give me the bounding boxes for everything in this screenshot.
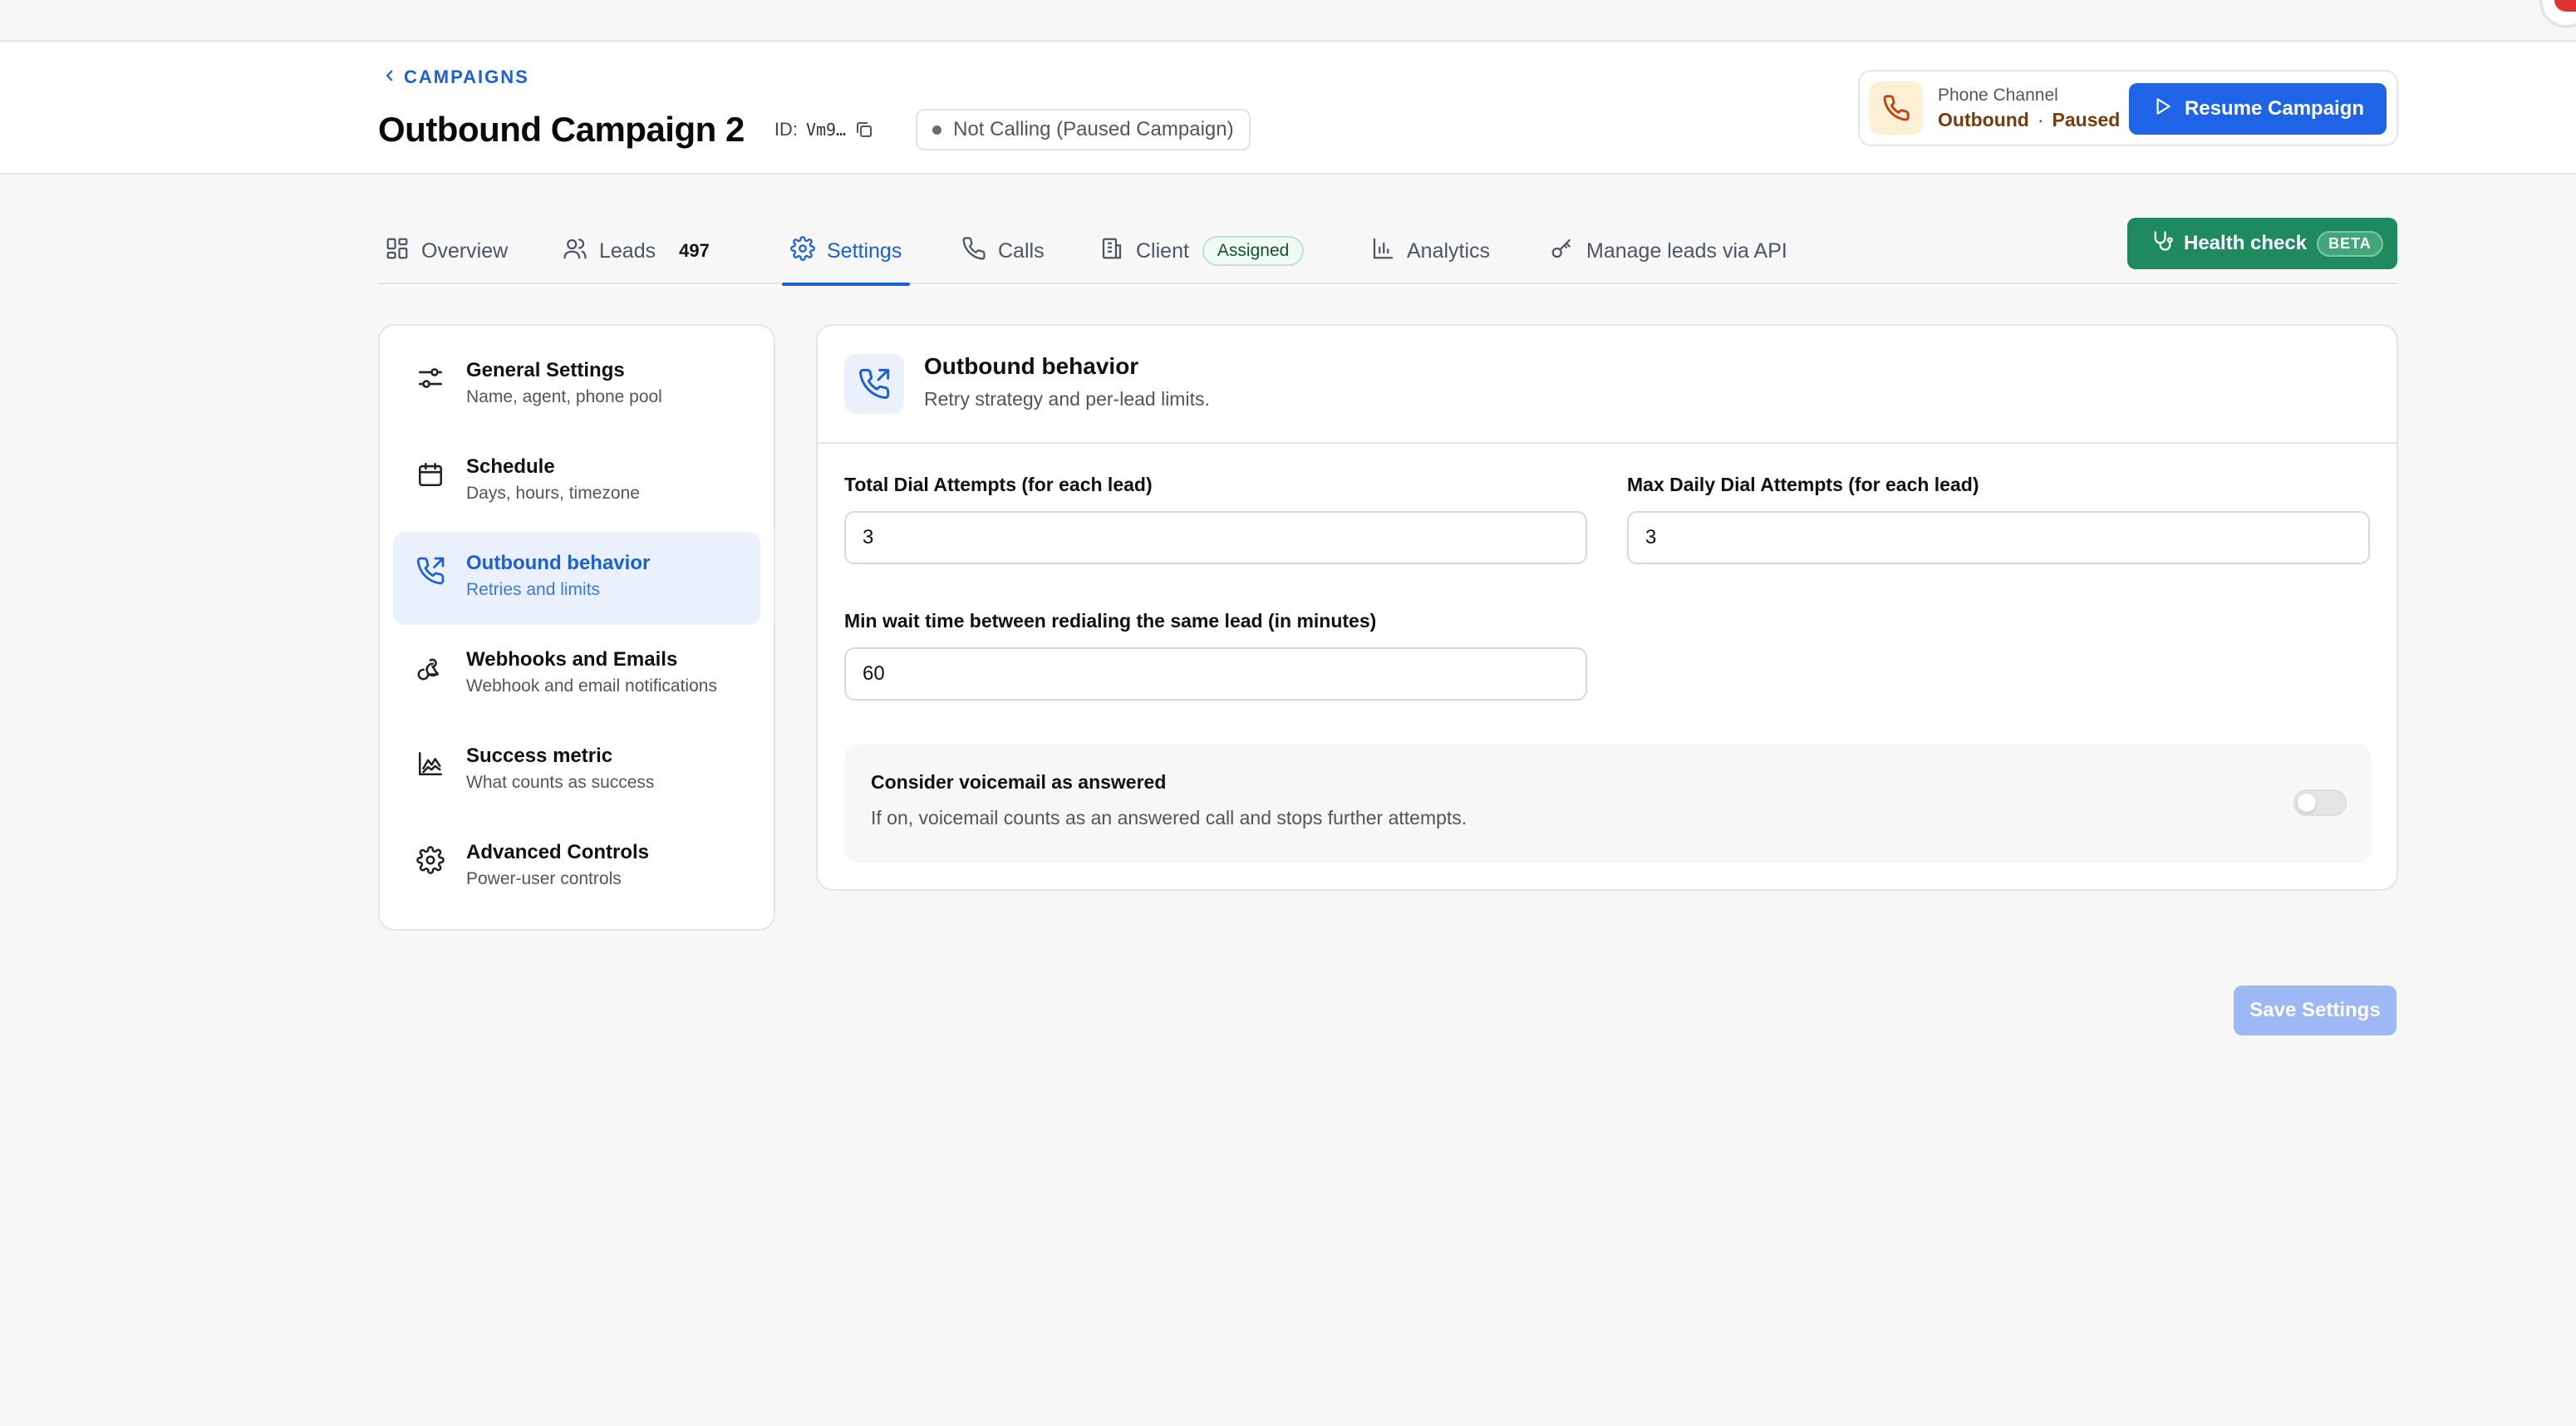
- sidebar-item-title: Success metric: [466, 745, 613, 767]
- sidebar-item-subtitle: What counts as success: [466, 773, 655, 792]
- users-icon: [563, 236, 587, 267]
- field-label: Min wait time between redialing the same…: [844, 610, 1377, 632]
- copy-icon[interactable]: [853, 118, 876, 141]
- tab-label: Overview: [421, 238, 509, 263]
- settings-sidebar: General Settings Name, agent, phone pool…: [378, 324, 775, 931]
- tab-calls[interactable]: Calls: [961, 218, 1045, 284]
- resume-campaign-button[interactable]: Resume Campaign: [2129, 83, 2387, 135]
- beta-badge: BETA: [2317, 230, 2383, 257]
- panel-subtitle: Retry strategy and per-lead limits.: [924, 387, 1210, 410]
- phone-icon: [961, 236, 986, 267]
- phone-outgoing-icon: [413, 553, 448, 588]
- sidebar-item-title: General Settings: [466, 359, 625, 381]
- phone-outgoing-icon: [844, 354, 904, 414]
- sidebar-item-subtitle: Power-user controls: [466, 869, 622, 888]
- client-assigned-badge: Assigned: [1202, 236, 1305, 266]
- play-icon: [2151, 96, 2173, 123]
- field-label: Total Dial Attempts (for each lead): [844, 474, 1153, 495]
- sidebar-item-schedule[interactable]: Schedule Days, hours, timezone: [393, 435, 760, 529]
- sidebar-item-title: Schedule: [466, 455, 555, 478]
- sidebar-item-webhooks-emails[interactable]: Webhooks and Emails Webhook and email no…: [393, 628, 760, 721]
- tab-label: Settings: [827, 238, 902, 263]
- id-label: ID:: [774, 119, 798, 140]
- back-to-campaigns-link[interactable]: CAMPAIGNS: [382, 65, 529, 90]
- tab-label: Leads: [599, 238, 656, 263]
- max-daily-dial-attempts-input[interactable]: [1627, 511, 2370, 564]
- phone-channel-card: Phone Channel Outbound · Paused Resume C…: [1858, 70, 2398, 146]
- sidebar-item-title: Advanced Controls: [466, 841, 650, 863]
- sidebar-item-subtitle: Retries and limits: [466, 580, 601, 599]
- field-label: Max Daily Dial Attempts (for each lead): [1627, 474, 1979, 495]
- gear-icon: [413, 843, 448, 878]
- min-wait-time-field: Min wait time between redialing the same…: [844, 610, 1587, 701]
- sidebar-item-subtitle: Name, agent, phone pool: [466, 387, 662, 406]
- stethoscope-icon: [2151, 229, 2174, 258]
- back-link-label: CAMPAIGNS: [404, 66, 529, 87]
- health-check-button[interactable]: Health check BETA: [2127, 218, 2397, 269]
- outbound-behavior-panel: Outbound behavior Retry strategy and per…: [816, 324, 2398, 891]
- status-badge: Not Calling (Paused Campaign): [916, 109, 1251, 150]
- tab-label: Calls: [998, 238, 1045, 263]
- campaign-header: CAMPAIGNS Outbound Campaign 2 ID: Vm9… N…: [0, 43, 2576, 175]
- tab-label: Client: [1136, 238, 1189, 263]
- sidebar-item-general-settings[interactable]: General Settings Name, agent, phone pool: [393, 339, 760, 432]
- tab-label: Analytics: [1407, 238, 1491, 263]
- webhook-icon: [413, 650, 448, 685]
- tab-leads[interactable]: Leads 497: [563, 218, 710, 284]
- tab-label: Manage leads via API: [1586, 238, 1787, 263]
- channel-label: Phone Channel: [1938, 85, 2058, 105]
- tab-analytics[interactable]: Analytics: [1370, 218, 1490, 284]
- bar-chart-icon: [1370, 236, 1395, 267]
- channel-separator: ·: [2037, 108, 2044, 130]
- health-check-label: Health check: [2184, 232, 2308, 254]
- tab-settings[interactable]: Settings: [781, 218, 911, 286]
- sidebar-item-subtitle: Days, hours, timezone: [466, 484, 640, 503]
- sidebar-item-title: Webhooks and Emails: [466, 648, 678, 671]
- sidebar-item-success-metric[interactable]: Success metric What counts as success: [393, 725, 760, 818]
- channel-direction: Outbound: [1938, 108, 2029, 130]
- gear-icon: [790, 235, 815, 267]
- tab-manage-leads-api[interactable]: Manage leads via API: [1550, 218, 1787, 284]
- tab-client[interactable]: Client Assigned: [1099, 218, 1305, 284]
- area-chart-icon: [413, 746, 448, 781]
- panel-header: Outbound behavior Retry strategy and per…: [818, 326, 2397, 444]
- channel-status: Outbound · Paused: [1938, 109, 2120, 131]
- sidebar-item-outbound-behavior[interactable]: Outbound behavior Retries and limits: [393, 532, 760, 625]
- voicemail-description: If on, voicemail counts as an answered c…: [871, 807, 1467, 829]
- voicemail-title: Consider voicemail as answered: [871, 771, 1167, 793]
- tab-overview[interactable]: Overview: [385, 218, 508, 284]
- resume-label: Resume Campaign: [2184, 97, 2365, 120]
- total-dial-attempts-field: Total Dial Attempts (for each lead): [844, 474, 1587, 564]
- building-icon: [1099, 236, 1124, 267]
- sidebar-item-title: Outbound behavior: [466, 552, 651, 574]
- max-daily-dial-attempts-field: Max Daily Dial Attempts (for each lead): [1627, 474, 2370, 564]
- save-settings-button[interactable]: Save Settings: [2234, 986, 2397, 1035]
- grid-icon: [385, 236, 410, 267]
- status-text: Not Calling (Paused Campaign): [953, 118, 1234, 140]
- sliders-icon: [413, 361, 448, 396]
- leads-count: 497: [679, 240, 710, 261]
- min-wait-time-input[interactable]: [844, 647, 1587, 701]
- key-icon: [1550, 236, 1575, 267]
- phone-icon: [1870, 81, 1923, 135]
- total-dial-attempts-input[interactable]: [844, 511, 1587, 564]
- channel-state: Paused: [2052, 108, 2121, 130]
- sidebar-item-subtitle: Webhook and email notifications: [466, 676, 717, 696]
- chevron-left-icon: [382, 66, 397, 88]
- sidebar-item-advanced-controls[interactable]: Advanced Controls Power-user controls: [393, 821, 760, 914]
- panel-title: Outbound behavior: [924, 352, 1139, 379]
- voicemail-setting: Consider voicemail as answered If on, vo…: [844, 745, 2372, 863]
- top-bar: [0, 0, 2576, 42]
- tab-bar: Overview Leads 497 Settings Calls Client…: [378, 218, 2397, 286]
- page-title: Outbound Campaign 2: [378, 110, 745, 149]
- calendar-icon: [413, 457, 448, 492]
- voicemail-toggle[interactable]: [2293, 789, 2347, 816]
- campaign-id: Vm9…: [805, 120, 847, 140]
- status-dot-icon: [932, 125, 942, 135]
